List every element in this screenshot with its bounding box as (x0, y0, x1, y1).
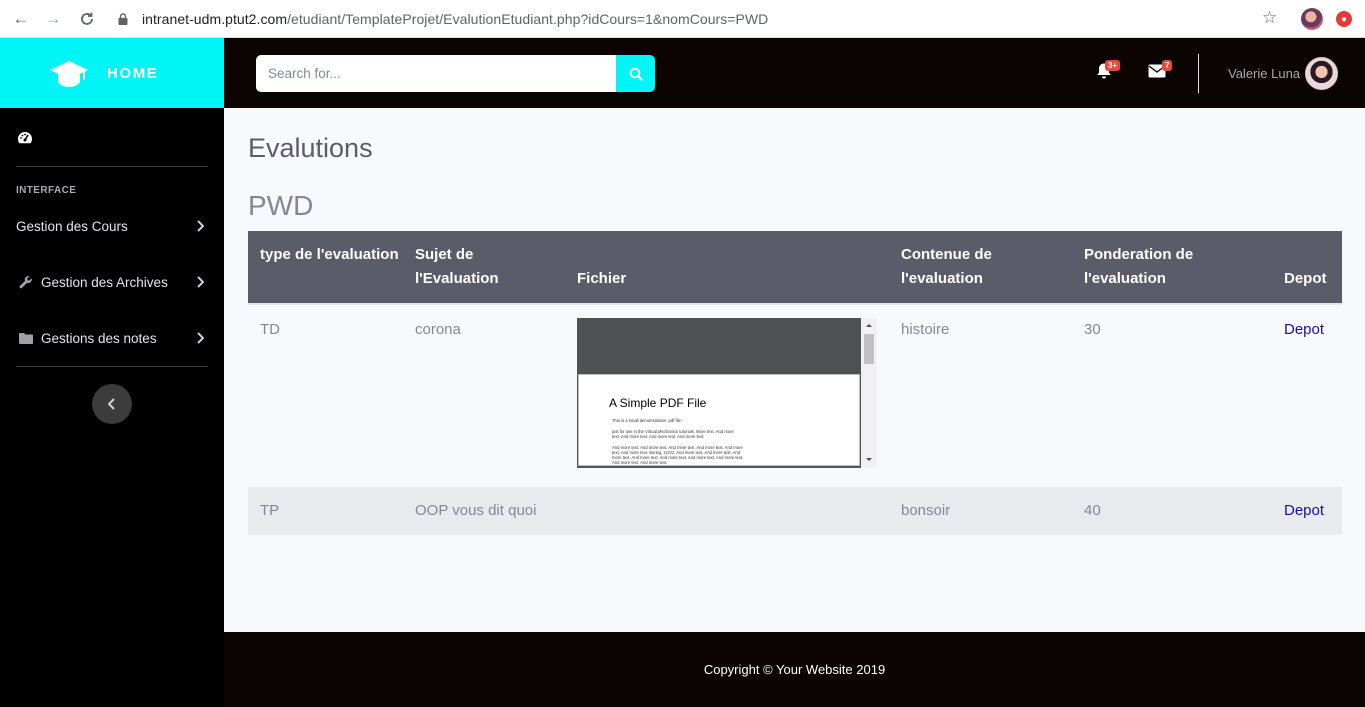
profile-avatar[interactable] (1301, 8, 1323, 30)
search-button[interactable] (616, 55, 655, 92)
graduation-cap-icon (49, 59, 89, 89)
depot-link[interactable]: Depot (1284, 318, 1324, 342)
column-header-fichier: Fichier (577, 270, 627, 287)
search-input[interactable] (256, 55, 616, 92)
pdf-title: A Simple PDF File (609, 396, 707, 410)
sidebar: HOME INTERFACE Gestion des Cours Gestion… (0, 38, 224, 707)
footer: Copyright © Your Website 2019 (224, 632, 1365, 707)
search-form (256, 55, 655, 92)
alerts-button[interactable]: 3+ (1096, 60, 1121, 82)
pdf-line: This is a small demonstration .pdf file … (612, 418, 684, 423)
alerts-badge: 3+ (1105, 60, 1121, 71)
sidebar-item-gestion-cours[interactable]: Gestion des Cours (0, 206, 224, 246)
back-arrow-icon[interactable]: ← (10, 8, 32, 30)
depot-link[interactable]: Depot (1284, 499, 1324, 523)
scroll-up-icon[interactable] (861, 320, 877, 330)
table-row: TD corona A Simple PDF File This is a sm… (248, 305, 1342, 487)
course-name: PWD (248, 190, 314, 221)
evaluations-table: type de l'evaluation Sujet de l'Evaluati… (248, 231, 1342, 535)
topbar: 3+ 7 Valerie Luna (224, 38, 1365, 108)
reload-icon[interactable] (76, 8, 98, 30)
table-row: TP OOP vous dit quoi bonsoir 40 Depot (248, 487, 1342, 535)
page-title: Evalutions (248, 133, 373, 163)
bookmark-star-icon[interactable]: ☆ (1262, 8, 1277, 28)
sidebar-divider (16, 366, 208, 367)
cell-ponderation: 30 (1084, 321, 1101, 338)
column-header-contenu: Contenue de l'evaluation (901, 246, 992, 287)
column-header-depot: Depot (1284, 270, 1327, 287)
pdf-line: text. And more text. And more text. And … (612, 434, 705, 439)
topbar-divider (1198, 54, 1199, 93)
column-header-type: type de l'evaluation (260, 246, 399, 263)
cell-sujet: corona (415, 321, 461, 338)
brand-text: HOME (107, 65, 159, 82)
folder-icon (18, 331, 34, 345)
pdf-scroll-thumb[interactable] (864, 334, 874, 364)
sidebar-toggle-button[interactable] (92, 384, 132, 424)
cell-ponderation: 40 (1084, 502, 1101, 519)
user-avatar[interactable] (1305, 57, 1338, 90)
sidebar-item-label: Gestion des Cours (16, 218, 128, 234)
sidebar-item-label: Gestion des Archives (41, 274, 168, 290)
brand-link[interactable]: HOME (0, 38, 224, 108)
cell-type: TD (260, 321, 280, 338)
forward-arrow-icon[interactable]: → (42, 8, 64, 30)
column-header-sujet: Sujet de l'Evaluation (415, 246, 499, 287)
url-host: intranet-udm.ptut2.com (142, 11, 288, 27)
dashboard-icon[interactable] (17, 130, 33, 146)
chevron-right-icon (196, 332, 205, 344)
chevron-left-icon (108, 398, 115, 410)
extension-icon[interactable]: ● (1336, 11, 1352, 27)
search-icon (629, 67, 643, 81)
pdf-page: A Simple PDF File This is a small demons… (578, 374, 860, 466)
sidebar-divider (16, 166, 208, 167)
messages-button[interactable]: 7 (1148, 60, 1173, 82)
column-header-ponderation: Ponderation de l'evaluation (1084, 246, 1194, 287)
table-header: type de l'evaluation Sujet de l'Evaluati… (248, 231, 1342, 305)
chevron-right-icon (196, 220, 205, 232)
url-path: /etudiant/TemplateProjet/EvalutionEtudia… (287, 11, 769, 27)
cell-type: TP (260, 502, 280, 519)
lock-icon (118, 12, 128, 25)
address-bar[interactable]: intranet-udm.ptut2.com/etudiant/Template… (142, 11, 768, 27)
pdf-viewer[interactable]: A Simple PDF File This is a small demons… (577, 318, 877, 468)
scroll-down-icon[interactable] (861, 455, 877, 465)
pdf-toolbar (577, 318, 861, 374)
cell-sujet: OOP vous dit quoi (415, 502, 537, 519)
messages-badge: 7 (1162, 60, 1173, 71)
wrench-icon (18, 275, 34, 289)
pdf-line: And more text. And more text. (612, 460, 668, 465)
chevron-right-icon (196, 276, 205, 288)
sidebar-item-label: Gestions des notes (41, 330, 157, 346)
cell-contenu: bonsoir (901, 502, 951, 519)
sidebar-item-gestions-notes[interactable]: Gestions des notes (0, 318, 224, 358)
browser-chrome: ← → intranet-udm.ptut2.com/etudiant/Temp… (0, 0, 1365, 38)
sidebar-heading: INTERFACE (16, 185, 77, 196)
sidebar-item-gestion-archives[interactable]: Gestion des Archives (0, 262, 224, 302)
cell-contenu: histoire (901, 321, 950, 338)
copyright-text: Copyright © Your Website 2019 (703, 662, 886, 677)
main-content: Evalutions PWD type de l'evaluation Suje… (224, 108, 1365, 632)
user-name[interactable]: Valerie Luna (1228, 66, 1300, 81)
pdf-scrollbar[interactable] (861, 318, 877, 468)
